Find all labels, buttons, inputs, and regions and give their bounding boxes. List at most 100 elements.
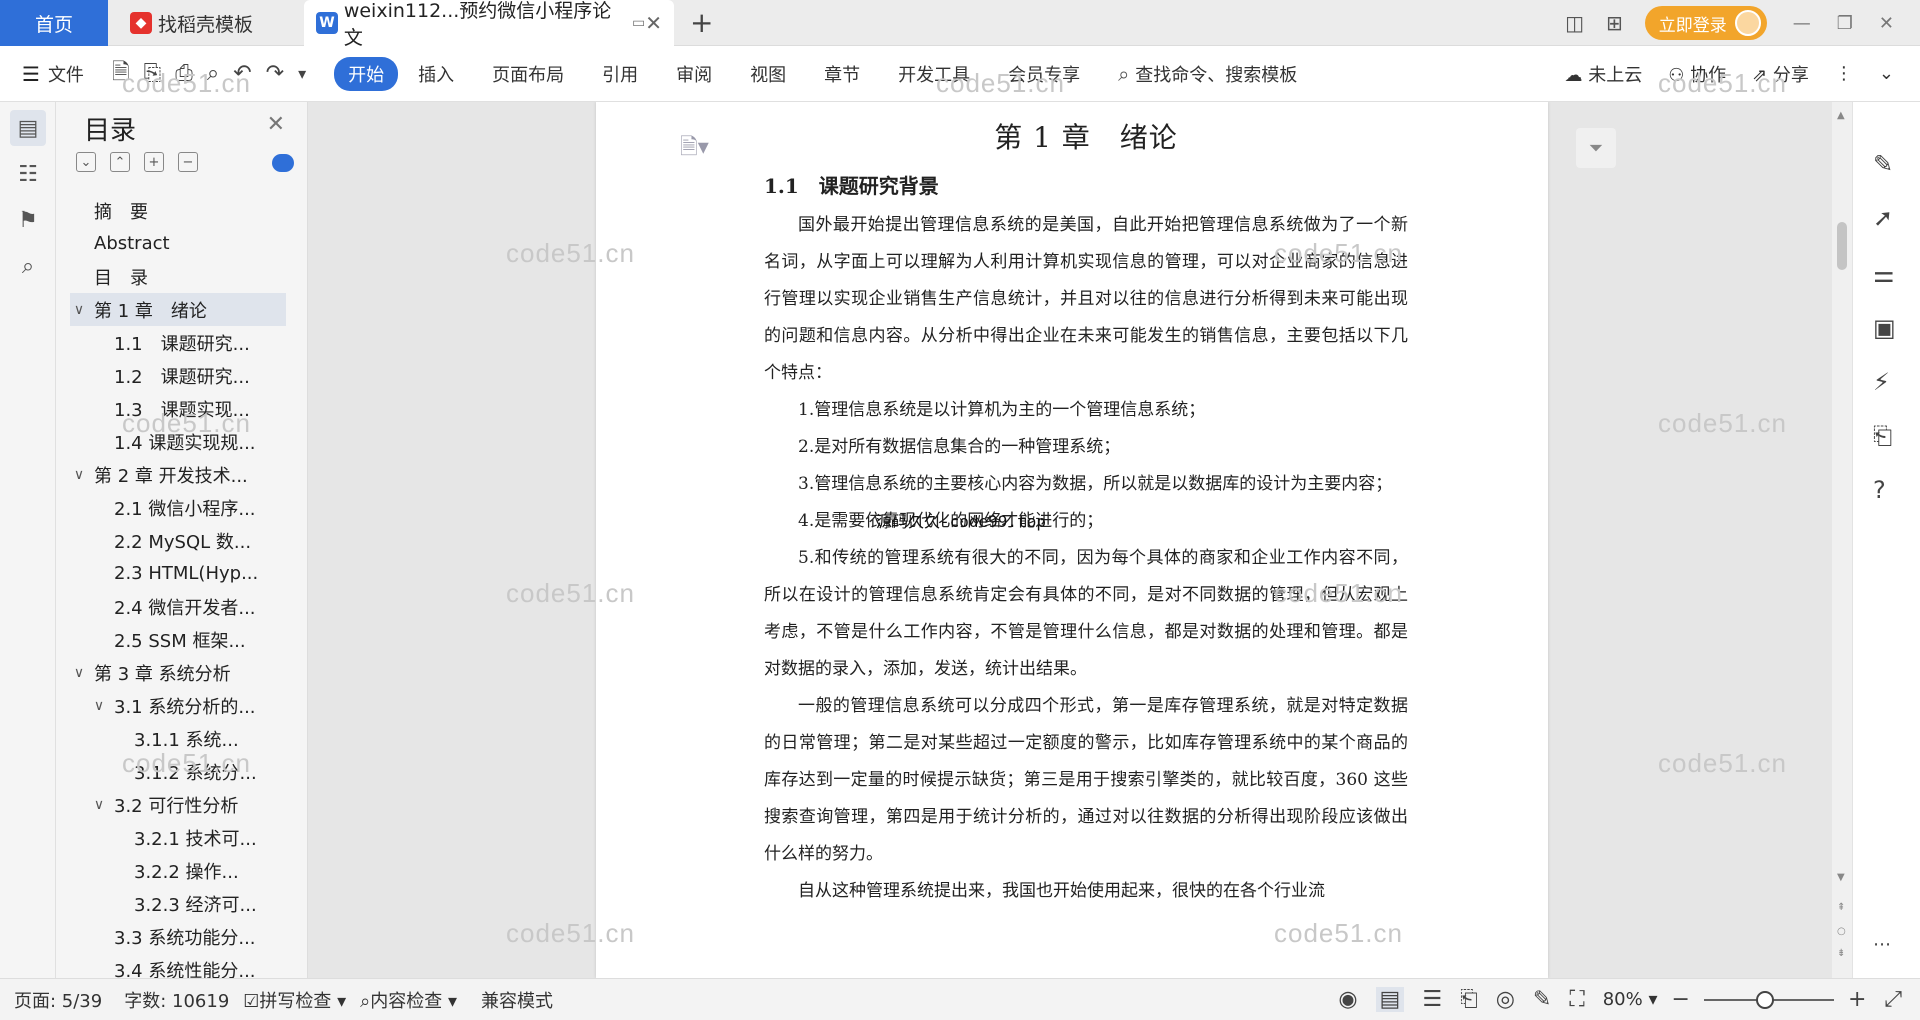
toc-item[interactable]: 目 录: [70, 260, 286, 293]
toc-item[interactable]: 2.4 微信开发者...: [70, 590, 286, 623]
toc-item[interactable]: ∨ 3.1 系统分析的...: [70, 689, 286, 722]
command-search[interactable]: ⌕ 查找命令、搜索模板: [1118, 61, 1297, 87]
outline-toggle-icon[interactable]: ⏷: [1576, 128, 1616, 168]
new-tab-button[interactable]: +: [690, 6, 713, 39]
chevron-down-icon[interactable]: ∨: [90, 797, 108, 813]
more-icon[interactable]: ⋮: [1835, 63, 1853, 84]
tab-start[interactable]: 开始: [334, 56, 399, 91]
content-check-button[interactable]: ⌕内容检查 ▾: [360, 987, 457, 1013]
layout-icon[interactable]: ◫: [1565, 11, 1584, 35]
toc-item[interactable]: 3.2.2 操作...: [70, 854, 286, 887]
toc-item[interactable]: ∨ 第 2 章 开发技术...: [70, 458, 286, 491]
toc-item[interactable]: 1.1 课题研究...: [70, 326, 286, 359]
adjust-icon[interactable]: ⚌: [1873, 260, 1895, 288]
document-body[interactable]: 第 1 章 绪论 1.1 课题研究背景 国外最开始提出管理信息系统的是美国，自此…: [764, 116, 1408, 910]
navigation-icon[interactable]: ☷: [10, 156, 46, 192]
tab-daoke-templates[interactable]: ◆ 找稻壳模板: [120, 0, 300, 46]
minimize-icon[interactable]: —: [1793, 13, 1811, 34]
toc-item[interactable]: ∨ 3.2 可行性分析: [70, 788, 286, 821]
login-button[interactable]: 立即登录: [1644, 6, 1767, 40]
select-browse-icon[interactable]: ○: [1837, 926, 1846, 937]
paragraph-style-icon[interactable]: 🗎▾: [680, 130, 709, 168]
more-tools-icon[interactable]: ⋯: [1873, 934, 1891, 955]
toc-item-label: Abstract: [94, 233, 170, 254]
expand-all-icon[interactable]: ⌄: [76, 152, 96, 172]
close-tab-icon[interactable]: ✕: [645, 11, 662, 35]
reading-icon[interactable]: ⎗: [1873, 422, 1892, 450]
collapse-ribbon-icon[interactable]: ⌄: [1879, 63, 1894, 84]
tab-insert[interactable]: 插入: [418, 61, 454, 87]
toc-item-label: 摘 要: [94, 201, 148, 223]
zoom-out-icon[interactable]: −: [1672, 987, 1690, 1012]
close-icon[interactable]: ✕: [267, 112, 285, 137]
tab-page-layout[interactable]: 页面布局: [492, 61, 564, 87]
tab-chapter[interactable]: 章节: [824, 61, 860, 87]
lightning-icon[interactable]: ⚡: [1873, 368, 1890, 396]
zoom-slider[interactable]: [1703, 990, 1834, 1009]
zoom-dropdown[interactable]: 80% ▾: [1603, 989, 1658, 1010]
toc-item[interactable]: ∨ 第 3 章 系统分析: [70, 656, 286, 689]
content-check-icon: ⌕: [360, 990, 371, 1012]
remove-heading-icon[interactable]: −: [178, 152, 198, 172]
command-search-label: 查找命令、搜索模板: [1135, 64, 1298, 86]
tab-references[interactable]: 引用: [602, 61, 638, 87]
read-view-icon[interactable]: ⎗: [1460, 987, 1478, 1012]
page-indicator[interactable]: 页面: 5/39: [14, 987, 102, 1013]
chevron-down-icon[interactable]: ∨: [70, 302, 88, 318]
scrollbar-thumb[interactable]: [1837, 222, 1847, 270]
cloud-status[interactable]: ☁ 未上云: [1564, 61, 1642, 87]
toc-item[interactable]: 2.5 SSM 框架...: [70, 623, 286, 656]
tab-view[interactable]: 视图: [750, 61, 786, 87]
toc-item[interactable]: 3.3 系统功能分...: [70, 920, 286, 953]
toc-item[interactable]: ∨ 第 1 章 绪论: [70, 293, 286, 326]
eye-protect-icon[interactable]: ◉: [1338, 987, 1357, 1012]
prev-page-icon[interactable]: ⇞: [1837, 902, 1845, 913]
toc-item[interactable]: 1.2 课题研究...: [70, 359, 286, 392]
chevron-down-icon[interactable]: ∨: [70, 665, 88, 681]
chevron-down-icon[interactable]: ∨: [70, 467, 88, 483]
next-page-icon[interactable]: ⇟: [1837, 948, 1845, 959]
quick-access-dropdown-icon[interactable]: ▾: [298, 64, 306, 83]
tab-review[interactable]: 审阅: [676, 61, 712, 87]
help-icon[interactable]: ?: [1873, 476, 1886, 504]
apps-grid-icon[interactable]: ⊞: [1606, 11, 1623, 35]
paragraphs: 国外最开始提出管理信息系统的是美国，自此开始把管理信息系统做为了一个新名词，从字…: [764, 207, 1408, 910]
toc-item[interactable]: 摘 要: [70, 194, 286, 227]
ai-assistant-icon[interactable]: [272, 154, 294, 172]
page-view-icon[interactable]: ▤: [1375, 987, 1405, 1012]
toc-item[interactable]: 2.3 HTML(Hyp...: [70, 557, 286, 590]
scroll-up-icon[interactable]: ▲: [1837, 110, 1845, 121]
toc-item[interactable]: 3.2.1 技术可...: [70, 821, 286, 854]
toc-item[interactable]: 2.2 MySQL 数...: [70, 524, 286, 557]
fit-page-icon[interactable]: ⛶: [1569, 987, 1584, 1012]
find-icon[interactable]: ⌕: [10, 248, 46, 284]
outline-view-icon[interactable]: ☰: [1422, 987, 1442, 1012]
document-scrollbar[interactable]: ▲ ▼ ⇞ ○ ⇟: [1832, 102, 1852, 978]
image-edit-icon[interactable]: ▣: [1873, 314, 1896, 342]
toc-item[interactable]: Abstract: [70, 227, 286, 260]
file-menu[interactable]: ☰ 文件: [22, 61, 84, 87]
toc-item[interactable]: 3.2.3 经济可...: [70, 887, 286, 920]
spell-check-button[interactable]: ☑拼写检查 ▾: [243, 987, 346, 1013]
pen-icon[interactable]: ✎: [1873, 150, 1893, 178]
spell-check-icon: ☑: [243, 990, 260, 1012]
chevron-down-icon[interactable]: ∨: [90, 698, 108, 714]
fullscreen-icon[interactable]: ⤢: [1884, 987, 1902, 1012]
zoom-in-icon[interactable]: +: [1848, 987, 1866, 1012]
close-window-icon[interactable]: ✕: [1879, 13, 1894, 34]
pointer-icon[interactable]: ➚: [1873, 204, 1893, 232]
zoom-slider-knob[interactable]: [1756, 990, 1775, 1009]
collapse-all-icon[interactable]: ⌃: [110, 152, 130, 172]
restore-icon[interactable]: ❐: [1837, 13, 1853, 34]
add-heading-icon[interactable]: +: [144, 152, 164, 172]
tab-document[interactable]: Wweixin112...预约微信小程序论文 ▭ ✕: [304, 0, 674, 49]
write-view-icon[interactable]: ✎: [1533, 987, 1551, 1012]
web-view-icon[interactable]: ◎: [1496, 987, 1515, 1012]
tab-home[interactable]: 首页: [0, 0, 108, 46]
scroll-down-icon[interactable]: ▼: [1837, 872, 1845, 883]
toc-item[interactable]: 2.1 微信小程序...: [70, 491, 286, 524]
bookmark-icon[interactable]: ⚑: [10, 202, 46, 238]
toc-panel-icon[interactable]: ▤: [10, 110, 46, 146]
word-count[interactable]: 字数: 10619: [124, 987, 229, 1013]
redo-icon[interactable]: ↷: [266, 61, 284, 86]
